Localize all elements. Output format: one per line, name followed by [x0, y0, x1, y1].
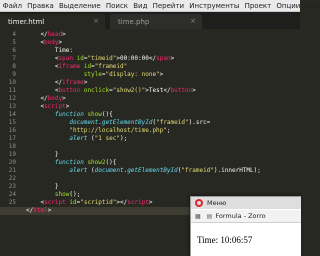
menu-file[interactable]: Файл — [0, 2, 25, 10]
tab-label: time.php — [118, 17, 150, 26]
tab-label: timer.html — [8, 17, 45, 26]
code-line: 9 style="display: none"> — [12, 71, 164, 78]
browser-titlebar: Меню — [191, 197, 301, 209]
code-line: 15 document.getElementById("frameid").sr… — [8, 119, 211, 126]
page-content: Time: 10:06:57 — [197, 235, 253, 245]
code-line: 14 function show(){ — [8, 111, 113, 118]
code-line: 12 </body> — [8, 95, 66, 102]
code-line: 19 } — [8, 151, 59, 158]
browser-tab-title: Formula - Zorro — [215, 212, 266, 220]
close-icon[interactable]: × — [190, 17, 196, 25]
tab-timer-html[interactable]: timer.html × — [0, 14, 105, 29]
code-line: 21 alert (document.getElementById("frame… — [8, 167, 261, 174]
code-line: 20 function show2(){ — [8, 159, 117, 166]
tab-bar: timer.html × time.php × — [0, 12, 300, 29]
menu-bar: Файл Правка Выделение Поиск Вид Перейти … — [0, 0, 320, 12]
code-line: 7 <span id="timeid">00:00:00</span> — [12, 55, 175, 62]
page-icon: ▤ — [206, 212, 213, 220]
code-line: 18 — [8, 143, 16, 150]
menu-goto[interactable]: Перейти — [150, 2, 187, 10]
tab-time-php[interactable]: time.php × — [110, 14, 202, 29]
code-line: 6 Time: — [12, 47, 73, 54]
menu-options[interactable]: Опции — [274, 2, 303, 10]
opera-logo-icon — [195, 199, 203, 207]
tabs-grid-icon[interactable]: ▦ — [195, 213, 201, 220]
browser-tab[interactable]: ▦ ▤ Formula - Zorro — [191, 210, 301, 223]
code-line: 13 <script> — [8, 103, 70, 110]
code-line: 8 <iframe id="frameid" — [12, 63, 128, 70]
menu-tools[interactable]: Инструменты — [187, 2, 242, 10]
menu-find[interactable]: Поиск — [103, 2, 130, 10]
menu-selection[interactable]: Выделение — [56, 2, 103, 10]
code-line: 11 <button onclick="show2()">Test</butto… — [8, 87, 196, 94]
code-line: 17 alert ("1 sec"); — [8, 135, 128, 142]
code-line: 4 </head> — [12, 31, 66, 38]
browser-menu-button[interactable]: Меню — [207, 199, 226, 207]
menu-view[interactable]: Вид — [131, 2, 150, 10]
close-icon[interactable]: × — [93, 17, 99, 25]
menu-help[interactable]: Справка — [303, 2, 320, 10]
menu-project[interactable]: Проект — [242, 2, 274, 10]
code-line: 16 "http://localhost/time.php"; — [8, 127, 171, 134]
browser-window[interactable]: Меню ▦ ▤ Formula - Zorro Time: 10:06:57 — [190, 196, 301, 256]
code-line: 5 <body> — [12, 39, 63, 46]
code-line: 23 } — [8, 183, 59, 190]
code-line: 22 — [8, 175, 16, 182]
menu-edit[interactable]: Правка — [25, 2, 57, 10]
code-line: 10 </iframe> — [8, 79, 88, 86]
